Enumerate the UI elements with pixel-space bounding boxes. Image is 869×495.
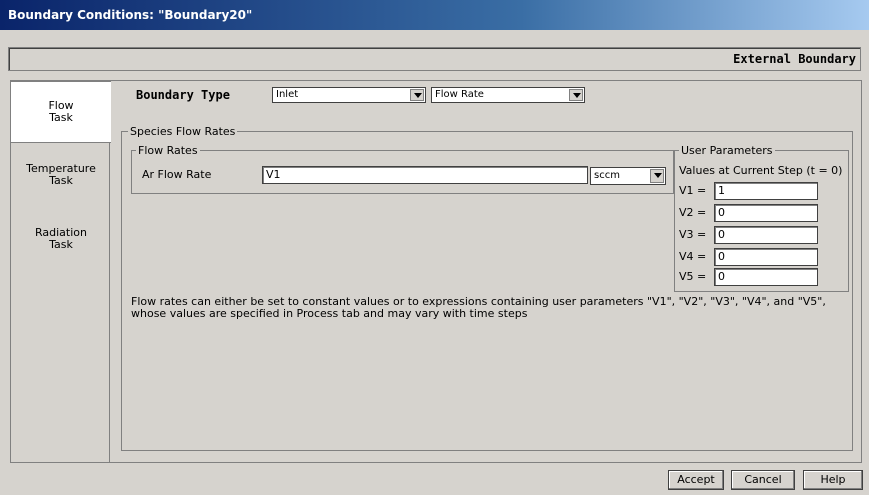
chevron-down-icon[interactable] — [569, 89, 583, 101]
chevron-down-icon[interactable] — [410, 89, 424, 101]
param-value-v2: 0 — [714, 204, 818, 222]
user-parameters-legend: User Parameters — [679, 144, 775, 157]
user-params-caption: Values at Current Step (t = 0) — [679, 164, 843, 177]
param-label-v4: V4 = — [679, 250, 707, 263]
ar-flow-rate-input[interactable]: V1 — [262, 166, 588, 184]
flow-mode-value: Flow Rate — [435, 89, 484, 100]
note-line-2: whose values are specified in Process ta… — [131, 307, 528, 320]
help-button[interactable]: Help — [803, 470, 863, 490]
param-value-v1: 1 — [714, 182, 818, 200]
accept-button[interactable]: Accept — [668, 470, 724, 490]
window-title: Boundary Conditions: "Boundary20" — [0, 0, 869, 30]
param-value-v5: 0 — [714, 268, 818, 286]
tab-radiation-task[interactable]: Radiation Task — [11, 227, 111, 251]
task-tabs: Flow Task Temperature Task Radiation Tas… — [10, 80, 111, 463]
chevron-down-icon[interactable] — [650, 169, 664, 183]
boundary-type-label: Boundary Type — [136, 88, 230, 102]
tab-flow-task[interactable]: Flow Task — [10, 81, 111, 143]
tab-temperature-task[interactable]: Temperature Task — [11, 163, 111, 187]
param-label-v3: V3 = — [679, 228, 707, 241]
flow-rates-note: Flow rates can either be set to constant… — [131, 296, 851, 320]
flow-rates-legend: Flow Rates — [136, 144, 200, 157]
param-value-v3: 0 — [714, 226, 818, 244]
param-label-v5: V5 = — [679, 270, 707, 283]
ar-unit-value: sccm — [594, 170, 620, 181]
param-value-v4: 0 — [714, 248, 818, 266]
tab-radiation-label: Radiation Task — [35, 226, 87, 251]
param-label-v1: V1 = — [679, 184, 707, 197]
param-label-v2: V2 = — [679, 206, 707, 219]
boundary-banner: External Boundary — [8, 47, 861, 71]
ar-unit-select[interactable]: sccm — [590, 167, 666, 185]
cancel-button[interactable]: Cancel — [731, 470, 795, 490]
boundary-type-value: Inlet — [276, 89, 299, 100]
ar-flow-rate-label: Ar Flow Rate — [142, 168, 212, 181]
tab-temperature-label: Temperature Task — [26, 162, 96, 187]
flow-mode-select[interactable]: Flow Rate — [431, 87, 585, 103]
species-flow-rates-legend: Species Flow Rates — [128, 125, 238, 138]
boundary-type-select[interactable]: Inlet — [272, 87, 426, 103]
banner-text: External Boundary — [733, 52, 856, 66]
tab-flow-label: Flow Task — [48, 99, 74, 124]
